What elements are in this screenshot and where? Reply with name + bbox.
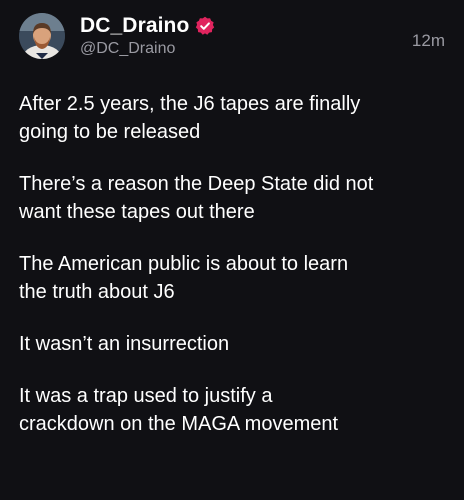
display-name[interactable]: DC_Draino — [80, 14, 189, 38]
post-paragraph: There’s a reason the Deep State did not … — [19, 173, 374, 223]
post-paragraph: The American public is about to learn th… — [19, 253, 349, 303]
post-card: DC_Draino @DC_Draino 12m After 2.5 years… — [0, 0, 464, 500]
avatar[interactable] — [19, 13, 65, 59]
post-timestamp[interactable]: 12m — [412, 31, 445, 51]
post-paragraph: After 2.5 years, the J6 tapes are finall… — [19, 93, 361, 143]
user-handle[interactable]: @DC_Draino — [80, 40, 175, 58]
verified-badge-icon — [195, 16, 215, 36]
avatar-image — [19, 13, 65, 59]
post-paragraph: It wasn’t an insurrection — [19, 333, 230, 355]
post-body: After 2.5 years, the J6 tapes are finall… — [19, 90, 449, 462]
post-header: DC_Draino @DC_Draino 12m — [0, 0, 464, 80]
name-row: DC_Draino — [80, 13, 215, 39]
post-paragraph: It was a trap used to justify a crackdow… — [19, 385, 339, 435]
